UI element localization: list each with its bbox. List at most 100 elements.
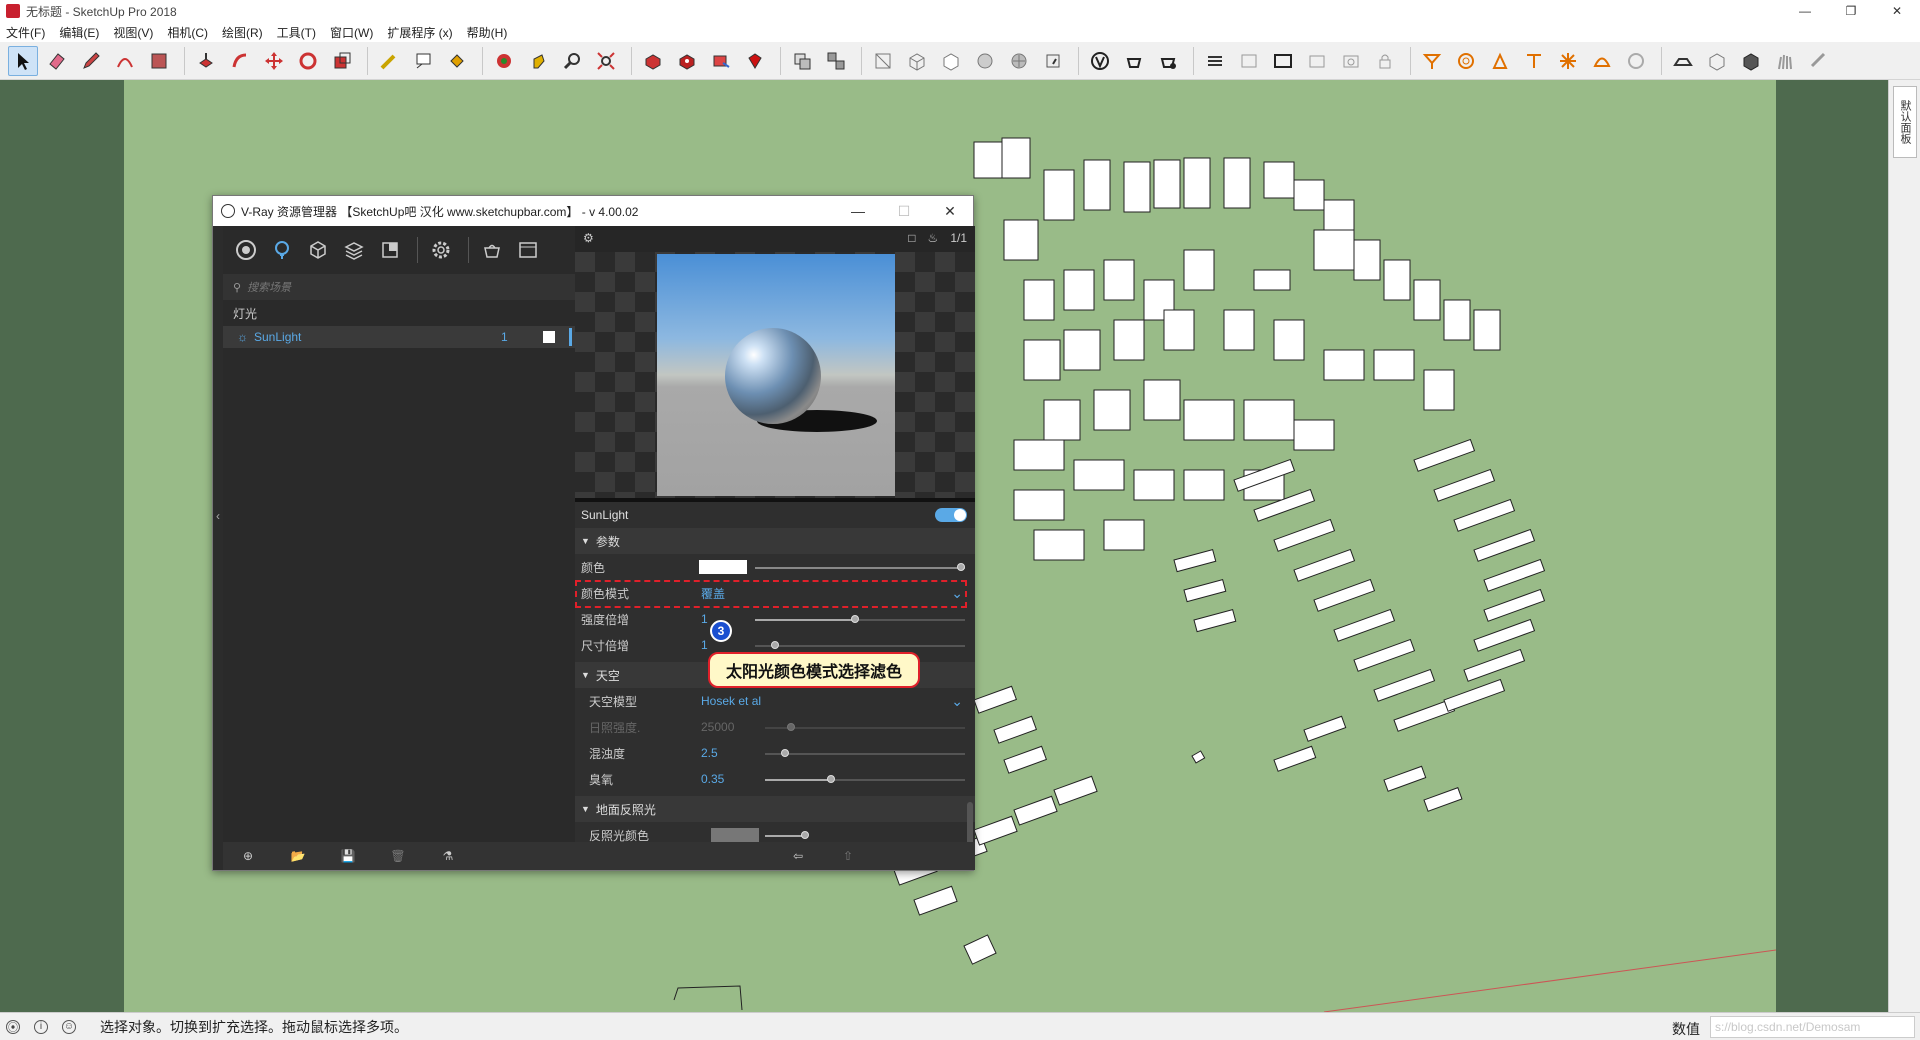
measurements-input[interactable]: s://blog.csdn.net/Demosam <box>1710 1016 1915 1038</box>
turbidity-slider-track[interactable] <box>765 753 965 755</box>
ies-light-button[interactable] <box>1519 46 1549 76</box>
color-slider-knob[interactable] <box>957 563 965 571</box>
rectangle-tool-button[interactable] <box>144 46 174 76</box>
zoom-extents-tool-button[interactable] <box>591 46 621 76</box>
turbidity-value[interactable]: 2.5 <box>701 746 718 760</box>
rotate-tool-button[interactable] <box>293 46 323 76</box>
extension-warehouse-button[interactable] <box>672 46 702 76</box>
section-ground[interactable]: ▼ 地面反照光 <box>575 796 975 822</box>
lights-tab[interactable] <box>269 237 295 263</box>
menu-help[interactable]: 帮助(H) <box>467 24 508 41</box>
menu-window[interactable]: 窗口(W) <box>330 24 373 41</box>
monochrome-style-button[interactable] <box>1038 46 1068 76</box>
warehouse-button[interactable] <box>638 46 668 76</box>
groups-button[interactable] <box>821 46 851 76</box>
user-icon[interactable]: ☺ <box>62 1019 76 1034</box>
sphere-light-button[interactable] <box>1451 46 1481 76</box>
menu-file[interactable]: 文件(F) <box>6 24 45 41</box>
menu-edit[interactable]: 编辑(E) <box>59 24 99 41</box>
section-plane-button[interactable] <box>1200 46 1230 76</box>
zoom-tool-button[interactable] <box>557 46 587 76</box>
wireframe-style-button[interactable] <box>902 46 932 76</box>
info-icon[interactable]: i <box>34 1019 48 1034</box>
pencil-tool-button[interactable] <box>76 46 106 76</box>
size-slider-track[interactable] <box>755 645 965 647</box>
render-region-button[interactable] <box>1336 46 1366 76</box>
menu-draw[interactable]: 绘图(R) <box>222 24 263 41</box>
materials-tab[interactable] <box>233 237 259 263</box>
intensity-value[interactable]: 1 <box>701 612 708 626</box>
vray-close-button[interactable]: ✕ <box>927 196 973 226</box>
ozone-slider-knob[interactable] <box>827 775 835 783</box>
color-swatch[interactable] <box>699 560 747 574</box>
albedo-slider-track[interactable] <box>765 835 805 837</box>
color-slider-track[interactable] <box>755 567 965 569</box>
settings-tab[interactable] <box>428 237 454 263</box>
textures-tab[interactable] <box>377 237 403 263</box>
move-tool-button[interactable] <box>259 46 289 76</box>
open-folder-icon[interactable]: 📂 <box>273 849 323 863</box>
omni-light-button[interactable] <box>1553 46 1583 76</box>
asset-search-input[interactable]: ⚲ 搜索场景 <box>223 274 575 300</box>
section-display-button[interactable] <box>1234 46 1264 76</box>
asset-list-item[interactable]: ☼ SunLight 1 <box>223 326 575 348</box>
select-tool-button[interactable] <box>8 45 38 76</box>
vray-interactive-button[interactable] <box>1153 46 1183 76</box>
layout-button[interactable] <box>706 46 736 76</box>
scale-tool-button[interactable] <box>327 46 357 76</box>
menu-tools[interactable]: 工具(T) <box>277 24 316 41</box>
scatter-button[interactable] <box>1804 46 1834 76</box>
textured-style-button[interactable] <box>1004 46 1034 76</box>
preview-render-icon[interactable]: ♨ <box>928 231 939 245</box>
properties-scrollbar[interactable] <box>967 802 973 842</box>
cleanup-icon[interactable]: ⚗ <box>423 849 473 863</box>
pan-tool-button[interactable] <box>523 46 553 76</box>
size-value[interactable]: 1 <box>701 638 708 652</box>
preview-frame-icon[interactable]: □ <box>908 231 915 245</box>
turbidity-slider-knob[interactable] <box>781 749 789 757</box>
arc-tool-button[interactable] <box>110 46 140 76</box>
albedo-swatch[interactable] <box>711 828 759 842</box>
intensity-slider-knob[interactable] <box>851 615 859 623</box>
preview-ratio[interactable]: 1/1 <box>950 231 967 245</box>
rect-light-button[interactable] <box>1417 46 1447 76</box>
spot-light-button[interactable] <box>1485 46 1515 76</box>
collapse-left-arrow-icon[interactable]: ‹ <box>213 496 223 536</box>
section-params[interactable]: ▼ 参数 <box>575 528 975 554</box>
tray-tab[interactable]: 默认面板 <box>1893 86 1917 158</box>
albedo-slider-knob[interactable] <box>801 831 809 839</box>
push-pull-tool-button[interactable] <box>191 46 221 76</box>
frame-buffer-button[interactable] <box>1268 46 1298 76</box>
frame-buffer-tab[interactable] <box>515 237 541 263</box>
up-arrow-icon[interactable]: ⇧ <box>823 849 873 863</box>
render-tab[interactable] <box>479 237 505 263</box>
proxy-import-button[interactable] <box>1736 46 1766 76</box>
paint-bucket-tool-button[interactable] <box>442 46 472 76</box>
lock-button[interactable] <box>1370 46 1400 76</box>
add-asset-icon[interactable]: ⊕ <box>223 849 273 863</box>
fur-button[interactable] <box>1770 46 1800 76</box>
menu-view[interactable]: 视图(V) <box>113 24 153 41</box>
vray-render-button[interactable] <box>1119 46 1149 76</box>
proxy-export-button[interactable] <box>1702 46 1732 76</box>
render-elements-tab[interactable] <box>341 237 367 263</box>
text-tool-button[interactable] <box>408 46 438 76</box>
xray-style-button[interactable] <box>868 46 898 76</box>
menu-extensions[interactable]: 扩展程序 (x) <box>387 24 452 41</box>
components-button[interactable] <box>787 46 817 76</box>
eraser-tool-button[interactable] <box>42 46 72 76</box>
hidden-line-style-button[interactable] <box>936 46 966 76</box>
follow-me-tool-button[interactable] <box>225 46 255 76</box>
camera-button[interactable] <box>1302 46 1332 76</box>
shaded-style-button[interactable] <box>970 46 1000 76</box>
back-arrow-icon[interactable]: ⇦ <box>773 849 823 863</box>
ozone-value[interactable]: 0.35 <box>701 772 724 786</box>
size-slider-knob[interactable] <box>771 641 779 649</box>
menu-camera[interactable]: 相机(C) <box>167 24 208 41</box>
mesh-light-button[interactable] <box>1621 46 1651 76</box>
sky-model-row[interactable]: 天空模型 Hosek et al ⌄ <box>575 688 975 714</box>
orbit-tool-button[interactable] <box>489 46 519 76</box>
ruby-console-button[interactable] <box>740 46 770 76</box>
dome-light-button[interactable] <box>1587 46 1617 76</box>
tape-measure-tool-button[interactable] <box>374 46 404 76</box>
